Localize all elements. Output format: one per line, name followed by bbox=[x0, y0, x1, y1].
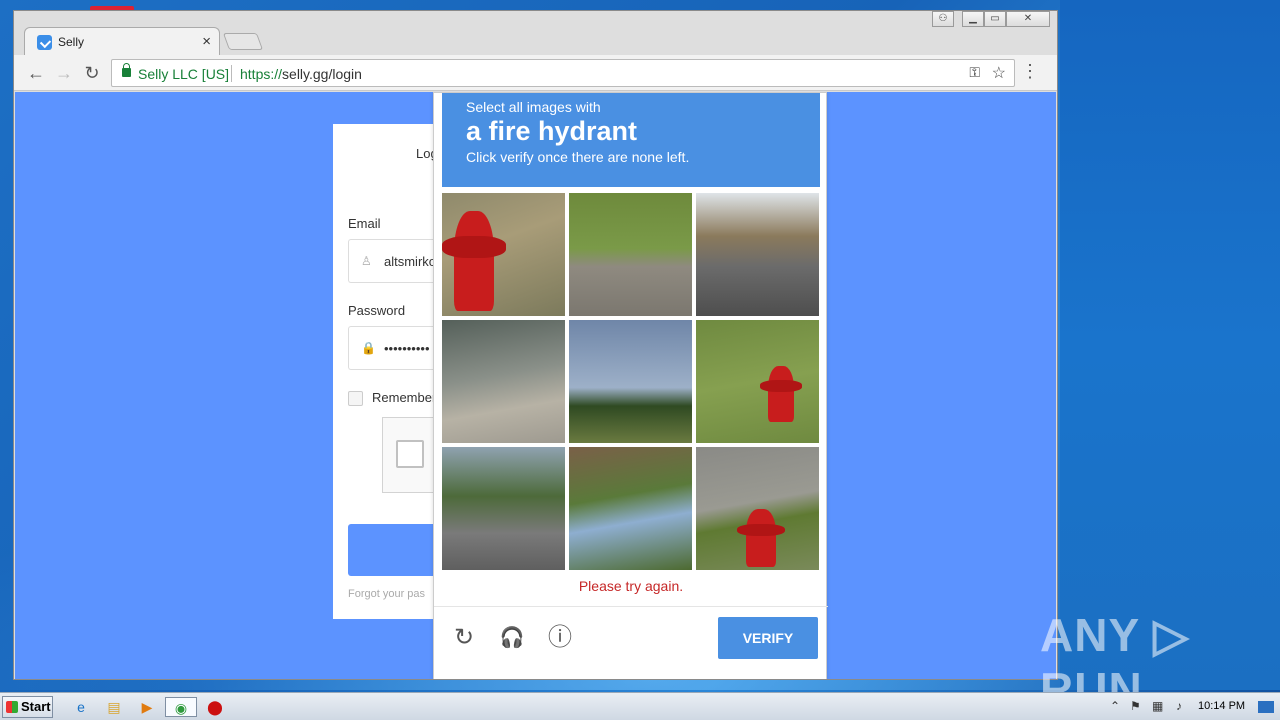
window-controls: ⚇ ▁ ▭ ✕ bbox=[932, 11, 1050, 29]
captcha-tile[interactable] bbox=[442, 320, 565, 443]
bookmark-star-icon[interactable]: ☆ bbox=[992, 63, 1006, 83]
captcha-tile[interactable] bbox=[569, 320, 692, 443]
url-path: selly.gg/login bbox=[282, 66, 362, 82]
tray-expand-icon[interactable]: ⌃ bbox=[1110, 699, 1120, 713]
key-icon[interactable]: ⚿ bbox=[969, 64, 980, 81]
forgot-password-link[interactable]: Forgot your pas bbox=[348, 588, 425, 600]
media-player-icon[interactable]: ▶ bbox=[136, 697, 158, 717]
show-desktop-icon[interactable] bbox=[1258, 701, 1274, 713]
url-text[interactable]: https://selly.gg/login bbox=[240, 66, 362, 82]
captcha-image-grid bbox=[442, 193, 820, 571]
recaptcha-checkbox[interactable] bbox=[396, 440, 424, 468]
title-bar: Selly × ⚇ ▁ ▭ ✕ bbox=[14, 11, 1057, 55]
fire-hydrant-image bbox=[737, 509, 785, 567]
taskbar: Start e ▤ ▶ ◉ ⬤ ⌃ ⚑ ▦ ♪ 10:14 PM bbox=[0, 692, 1280, 720]
maximize-button[interactable]: ▭ bbox=[984, 11, 1006, 27]
verify-button[interactable]: VERIFY bbox=[718, 617, 818, 659]
reload-icon[interactable]: ↻ bbox=[81, 62, 103, 84]
remember-label: Remember bbox=[372, 390, 437, 405]
fire-hydrant-image bbox=[760, 366, 802, 422]
info-icon[interactable]: ⓘ bbox=[545, 623, 575, 653]
network-icon[interactable]: ▦ bbox=[1152, 699, 1163, 713]
start-button[interactable]: Start bbox=[2, 696, 53, 718]
selly-favicon-icon bbox=[37, 35, 52, 50]
email-value: altsmirko bbox=[384, 254, 437, 269]
captcha-header: Select all images with a fire hydrant Cl… bbox=[442, 93, 820, 187]
volume-icon[interactable]: ♪ bbox=[1176, 699, 1182, 713]
audio-challenge-icon[interactable]: 🎧 bbox=[497, 623, 527, 653]
site-identity[interactable]: Selly LLC [US] bbox=[138, 66, 229, 82]
flag-icon[interactable]: ⚑ bbox=[1130, 699, 1141, 713]
password-value: •••••••••• bbox=[384, 341, 430, 356]
new-tab-button[interactable] bbox=[222, 33, 264, 50]
chrome-icon[interactable]: ◉ bbox=[165, 697, 197, 717]
explorer-icon[interactable]: ▤ bbox=[103, 697, 125, 717]
login-card: Log Email ♙ altsmirko Password 🔒 •••••••… bbox=[333, 124, 458, 619]
captcha-tile[interactable] bbox=[569, 193, 692, 316]
tab-close-icon[interactable]: × bbox=[202, 33, 211, 50]
remember-checkbox[interactable] bbox=[348, 391, 363, 406]
password-label: Password bbox=[348, 303, 406, 318]
forward-icon[interactable]: → bbox=[53, 62, 75, 84]
tab-selly[interactable]: Selly × bbox=[24, 27, 220, 55]
captcha-footer-divider bbox=[434, 606, 828, 607]
captcha-tile[interactable] bbox=[696, 447, 819, 570]
captcha-tile[interactable] bbox=[696, 193, 819, 316]
user-icon: ♙ bbox=[361, 254, 372, 268]
captcha-tile[interactable] bbox=[442, 447, 565, 570]
chrome-menu-icon[interactable]: ⋮ bbox=[1021, 61, 1039, 82]
page-viewport: Log Email ♙ altsmirko Password 🔒 •••••••… bbox=[15, 92, 1056, 679]
captcha-tile[interactable] bbox=[442, 193, 565, 316]
captcha-tile[interactable] bbox=[696, 320, 819, 443]
fire-hydrant-image bbox=[442, 211, 506, 311]
captcha-reload-icon[interactable]: ↻ bbox=[449, 623, 479, 653]
lock-icon: 🔒 bbox=[361, 341, 376, 355]
tab-title: Selly bbox=[58, 35, 85, 49]
captcha-tile[interactable] bbox=[569, 447, 692, 570]
captcha-instruction-small: Select all images with bbox=[466, 99, 601, 115]
browser-toolbar: ← → ↻ Selly LLC [US] https://selly.gg/lo… bbox=[14, 55, 1057, 91]
ie-icon[interactable]: e bbox=[70, 697, 92, 717]
captcha-challenge: Select all images with a fire hydrant Cl… bbox=[433, 92, 828, 679]
captcha-error-message: Please try again. bbox=[578, 578, 684, 594]
profile-icon[interactable]: ⚇ bbox=[932, 11, 954, 27]
captcha-instruction-sub: Click verify once there are none left. bbox=[466, 149, 690, 165]
opera-icon[interactable]: ⬤ bbox=[204, 697, 226, 717]
browser-window: Selly × ⚇ ▁ ▭ ✕ ← → ↻ Selly LLC [US] htt… bbox=[13, 10, 1058, 680]
secure-lock-icon bbox=[122, 63, 131, 77]
taskbar-clock[interactable]: 10:14 PM bbox=[1198, 700, 1245, 712]
address-separator bbox=[231, 65, 232, 82]
email-label: Email bbox=[348, 216, 381, 231]
captcha-target-object: a fire hydrant bbox=[466, 116, 638, 146]
close-window-button[interactable]: ✕ bbox=[1006, 11, 1050, 27]
back-icon[interactable]: ← bbox=[25, 62, 47, 84]
login-button[interactable] bbox=[348, 524, 443, 576]
address-bar[interactable]: Selly LLC [US] https://selly.gg/login ⚿ … bbox=[111, 59, 1015, 87]
minimize-button[interactable]: ▁ bbox=[962, 11, 984, 27]
url-scheme: https:// bbox=[240, 66, 283, 82]
